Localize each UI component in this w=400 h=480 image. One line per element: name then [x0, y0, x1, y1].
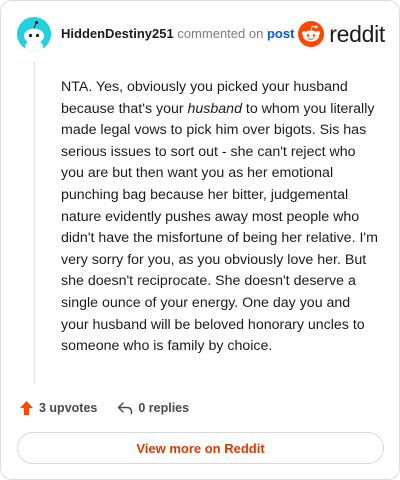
- comment-text-end: to whom you literally made legal vows to…: [61, 100, 378, 355]
- comment-header: HiddenDestiny251 commented on post reddi…: [17, 15, 385, 55]
- thread-line: [34, 61, 35, 384]
- upvote-arrow-icon: [20, 401, 33, 415]
- upvote-count: 3 upvotes: [39, 401, 98, 415]
- username-link[interactable]: HiddenDestiny251: [61, 26, 174, 41]
- action-text: commented on: [177, 26, 264, 41]
- upvote-button[interactable]: 3 upvotes: [19, 400, 97, 416]
- reddit-brand[interactable]: reddit: [298, 19, 385, 49]
- reply-button[interactable]: 0 replies: [117, 401, 189, 415]
- user-avatar[interactable]: [17, 17, 51, 51]
- comment-card: HiddenDestiny251 commented on post reddi…: [0, 0, 400, 480]
- snoo-avatar-icon: [17, 17, 51, 51]
- reddit-wordmark: reddit: [329, 20, 385, 47]
- comment-body: NTA. Yes, obviously you picked your husb…: [61, 77, 379, 358]
- comment-emphasis: husband: [187, 100, 242, 117]
- reply-count: 0 replies: [138, 401, 190, 415]
- reddit-logo-icon: [298, 21, 325, 47]
- reply-arrow-icon: [118, 402, 133, 415]
- view-more-button[interactable]: View more on Reddit: [17, 432, 384, 464]
- comment-byline: HiddenDestiny251 commented on post: [61, 26, 294, 42]
- post-link[interactable]: post: [267, 26, 294, 41]
- comment-actions: 3 upvotes 0 replies: [19, 397, 189, 419]
